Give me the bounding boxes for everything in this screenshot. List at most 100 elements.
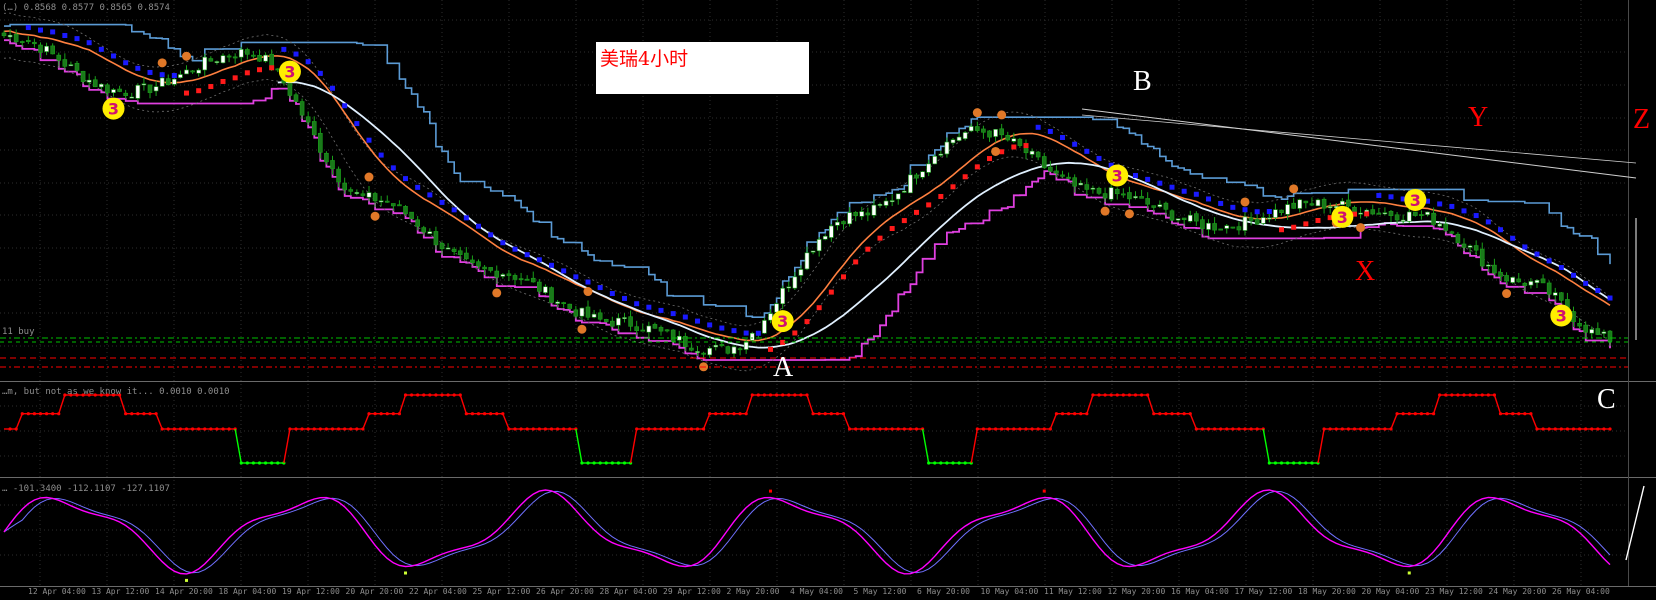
trend-dot (1206, 196, 1211, 202)
candle-body (1084, 184, 1090, 190)
time-axis-label: 20 Apr 20:00 (345, 587, 404, 596)
trend-dot (987, 156, 992, 162)
candle-body (1139, 196, 1144, 199)
candle-body (421, 227, 427, 233)
candle-body (573, 309, 579, 317)
candle-body (1279, 209, 1284, 214)
trend-dot (962, 174, 968, 180)
chart-area[interactable]: 3 3 3 3 3 3 3 (0, 0, 1656, 596)
time-axis-label: 18 May 20:00 (1298, 587, 1356, 596)
candle-body (1181, 217, 1187, 221)
candle-body (111, 89, 116, 93)
candle-body (889, 200, 895, 203)
candle-body (427, 231, 433, 234)
wave-label-a: A (773, 352, 794, 383)
oscillator2-readout: … -101.3400 -112.1107 -127.1107 (2, 484, 170, 494)
candle-body (433, 231, 439, 246)
candle-body (1090, 187, 1096, 190)
candle-body (731, 346, 737, 354)
candle-body (1327, 206, 1333, 209)
candle-body (1400, 219, 1406, 222)
fractal-down-marker (492, 288, 502, 298)
candle-body (129, 96, 135, 99)
trend-dot (1084, 148, 1090, 154)
candle-body (1072, 177, 1077, 187)
candle-body (159, 77, 165, 87)
candle-body (7, 34, 13, 38)
trend-dot (1485, 219, 1491, 225)
candle-body (591, 313, 597, 318)
candle-body (445, 247, 451, 250)
time-axis-label: 12 Apr 04:00 (28, 587, 86, 596)
trend-dot (512, 246, 518, 252)
fractal-up-marker (583, 287, 593, 297)
candle-body (68, 64, 74, 67)
trend-dot (682, 314, 688, 320)
fractal-down-marker (1356, 223, 1366, 233)
trend-dot (1157, 180, 1163, 186)
candle-body (214, 61, 220, 63)
trend-dot (74, 36, 80, 42)
pivot-marker-label: 3 (1556, 307, 1567, 326)
candle-body (220, 55, 226, 64)
candle-body (1224, 225, 1230, 229)
wave-label-x: X (1355, 256, 1376, 287)
candle-body (1437, 223, 1442, 227)
candle-body (616, 317, 621, 326)
candle-body (859, 211, 865, 217)
candle-body (512, 275, 518, 280)
candle-body (1540, 278, 1546, 284)
trend-dot (1279, 227, 1284, 233)
candle-body (835, 221, 840, 226)
candle-body (1321, 198, 1327, 209)
candle-body (165, 78, 171, 86)
trend-dot (305, 59, 311, 65)
candle-body (1467, 245, 1473, 248)
price-chart-svg[interactable]: 3 3 3 3 3 3 3 (0, 0, 1656, 596)
candle-body (299, 101, 305, 116)
trend-dot (1145, 176, 1151, 182)
candle-body (257, 55, 262, 62)
candle-body (1187, 214, 1193, 222)
trend-dot (695, 318, 700, 324)
candle-body (99, 83, 104, 88)
candle-body (32, 41, 37, 45)
wave-label-z: Z (1633, 104, 1651, 135)
candle-body (457, 250, 463, 255)
candle-body (1169, 210, 1175, 221)
trend-dot (1011, 144, 1017, 150)
trend-dot (98, 46, 104, 52)
trend-dot (1254, 209, 1260, 215)
trend-dot (1437, 201, 1443, 207)
main-values-readout: (…) 0.8568 0.8577 0.8565 0.8574 (2, 3, 170, 13)
candle-body (1534, 280, 1540, 283)
candle-body (762, 320, 767, 334)
candle-body (1589, 329, 1595, 334)
candle-body (330, 160, 335, 170)
trend-dot (390, 165, 396, 171)
candle-body (1048, 166, 1053, 172)
candle-body (658, 327, 664, 332)
candle-body (1559, 292, 1564, 301)
trend-dot (816, 305, 822, 311)
time-axis-label: 26 May 04:00 (1552, 587, 1610, 596)
candle-body (415, 219, 420, 227)
candle-body (1236, 226, 1242, 231)
candle-body (543, 286, 548, 293)
candle-body (178, 74, 183, 78)
trend-dot (403, 176, 408, 182)
trend-dot (500, 240, 506, 246)
candle-body (786, 286, 792, 289)
chart-title: 美瑞4小时 (600, 48, 689, 70)
time-axis-label: 10 May 04:00 (980, 587, 1039, 596)
fractal-down-marker (991, 146, 1001, 156)
trend-dot (731, 328, 737, 334)
candle-body (342, 182, 347, 191)
candle-body (780, 287, 785, 305)
trend-dot (1510, 235, 1516, 241)
trend-dot (269, 65, 275, 71)
trend-dot (804, 319, 810, 325)
candle-body (1303, 200, 1309, 204)
candle-body (743, 341, 749, 350)
candle-body (1254, 218, 1260, 225)
